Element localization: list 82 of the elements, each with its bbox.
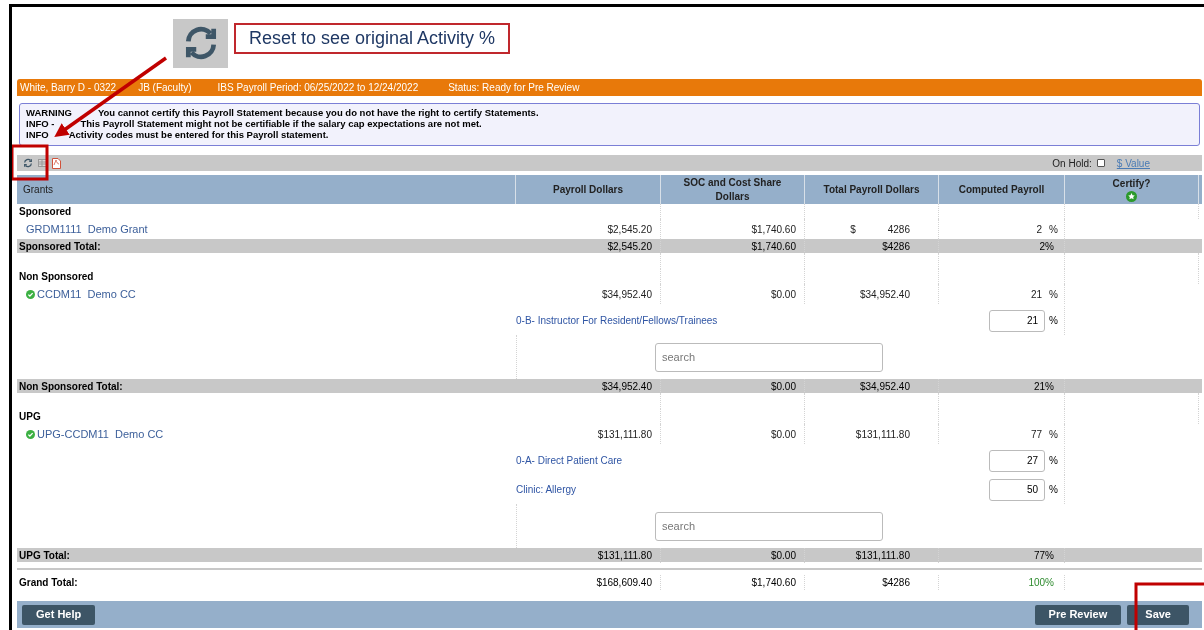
total-label: Grand Total:: [19, 576, 78, 590]
highlight-frame: [12, 144, 49, 181]
percent-input[interactable]: 50: [989, 478, 1046, 501]
computed-value: 2: [1036, 222, 1043, 237]
total-value: $34,952.40: [859, 380, 910, 394]
search-field[interactable]: search: [655, 342, 883, 372]
message-label: WARNING: [26, 107, 72, 118]
total-value: $2,545.20: [607, 240, 652, 254]
payroll-value: $2,545.20: [607, 222, 652, 237]
grant-link[interactable]: GRDM1111 Demo Grant: [26, 220, 148, 238]
activity-link[interactable]: 0-B- Instructor For Resident/Fellows/Trainees: [516, 313, 718, 328]
employee-name: White, Barry D - 0322: [20, 81, 117, 95]
help-button[interactable]: Get Help: [22, 604, 96, 625]
percent-sign: %: [1049, 483, 1058, 497]
search-field[interactable]: search: [655, 511, 883, 541]
currency-symbol: $: [850, 222, 856, 237]
total-percent: 2%: [1039, 240, 1054, 254]
soc-value: $1,740.60: [751, 222, 796, 237]
total-value: $1,740.60: [751, 240, 796, 254]
refresh-icon[interactable]: [23, 158, 33, 168]
column-header: Total Payroll Dollars: [822, 182, 921, 197]
callout-label: Reset to see original Activity %: [234, 23, 511, 54]
on-hold-label: On Hold:: [1052, 156, 1092, 171]
save-button[interactable]: Save: [1127, 604, 1189, 625]
section-label: Non Sponsored: [19, 270, 94, 284]
spreadsheet-icon[interactable]: [38, 159, 47, 167]
refresh-icon: [173, 18, 228, 68]
total-percent: 77%: [1034, 549, 1054, 563]
total-label: Non Sponsored Total:: [19, 380, 123, 394]
computed-value: 77: [1030, 427, 1043, 442]
activity-link[interactable]: 0-A- Direct Patient Care: [516, 453, 623, 468]
computed-value: 21: [1030, 287, 1043, 302]
message-label: INFO: [26, 129, 49, 140]
total-value: $0.00: [770, 380, 796, 394]
column-header: SOC and Cost Share Dollars: [682, 175, 783, 204]
message-text: You cannot certify this Payroll Statement because you do not have the right to certify Statements.: [97, 107, 539, 118]
total-value: $4286: [882, 576, 910, 590]
status-text: Status: Ready for Pre Review: [448, 81, 580, 95]
total-value: $131,111.80: [855, 549, 910, 563]
total-value: $131,111.80: [597, 549, 652, 563]
percent-sign: %: [1049, 287, 1058, 302]
column-header: Certify?: [1111, 177, 1152, 191]
message-label: INFO -: [26, 118, 55, 129]
total-label: Sponsored Total:: [19, 240, 101, 254]
grant-link[interactable]: UPG-CCDM11 Demo CC: [37, 425, 164, 443]
percent-sign: %: [1049, 314, 1058, 328]
highlight-frame: [1134, 582, 1204, 630]
section-label: Sponsored: [19, 205, 72, 219]
activity-link[interactable]: Clinic: Allergy: [516, 482, 577, 497]
pdf-icon[interactable]: [52, 157, 61, 169]
total-label: UPG Total:: [19, 549, 70, 563]
total-value: $34,952.40: [601, 380, 652, 394]
total-value: 4286: [887, 222, 910, 237]
total-percent: 21%: [1034, 380, 1054, 394]
on-hold-checkbox[interactable]: [1096, 159, 1105, 167]
percent-sign: %: [1049, 222, 1058, 237]
total-value: $0.00: [770, 549, 796, 563]
total-value: $168,609.40: [596, 576, 652, 590]
grant-link[interactable]: CCDM11 Demo CC: [37, 285, 136, 303]
section-label: UPG: [19, 410, 41, 424]
column-header: Payroll Dollars: [552, 182, 624, 197]
percent-sign: %: [1049, 454, 1058, 468]
percent-input[interactable]: 27: [989, 449, 1046, 472]
soc-value: $0.00: [770, 427, 796, 442]
total-value: $34,952.40: [859, 287, 910, 302]
review-button[interactable]: Pre Review: [1034, 604, 1122, 625]
percent-sign: %: [1049, 427, 1058, 442]
message-text: Activity codes must be entered for this Payroll statement.: [68, 129, 329, 140]
payroll-value: $131,111.80: [597, 427, 652, 442]
percent-input[interactable]: 21: [989, 309, 1046, 332]
payroll-period: IBS Payroll Period: 06/25/2022 to 12/24/2022: [217, 81, 419, 95]
employee-id-text: JB (Faculty): [138, 81, 192, 95]
column-header: Computed Payroll: [957, 182, 1046, 197]
column-header: Grants: [23, 182, 53, 197]
total-value: $1,740.60: [751, 576, 796, 590]
total-value: $4286: [882, 240, 910, 254]
payroll-value: $34,952.40: [601, 287, 652, 302]
soc-value: $0.00: [770, 287, 796, 302]
message-text: This Payroll Statement might not be certifiable if the salary cap expectations are not met.: [80, 118, 482, 129]
total-percent: 100%: [1028, 576, 1054, 590]
star-icon[interactable]: [1126, 191, 1137, 202]
total-value: $131,111.80: [855, 427, 910, 442]
